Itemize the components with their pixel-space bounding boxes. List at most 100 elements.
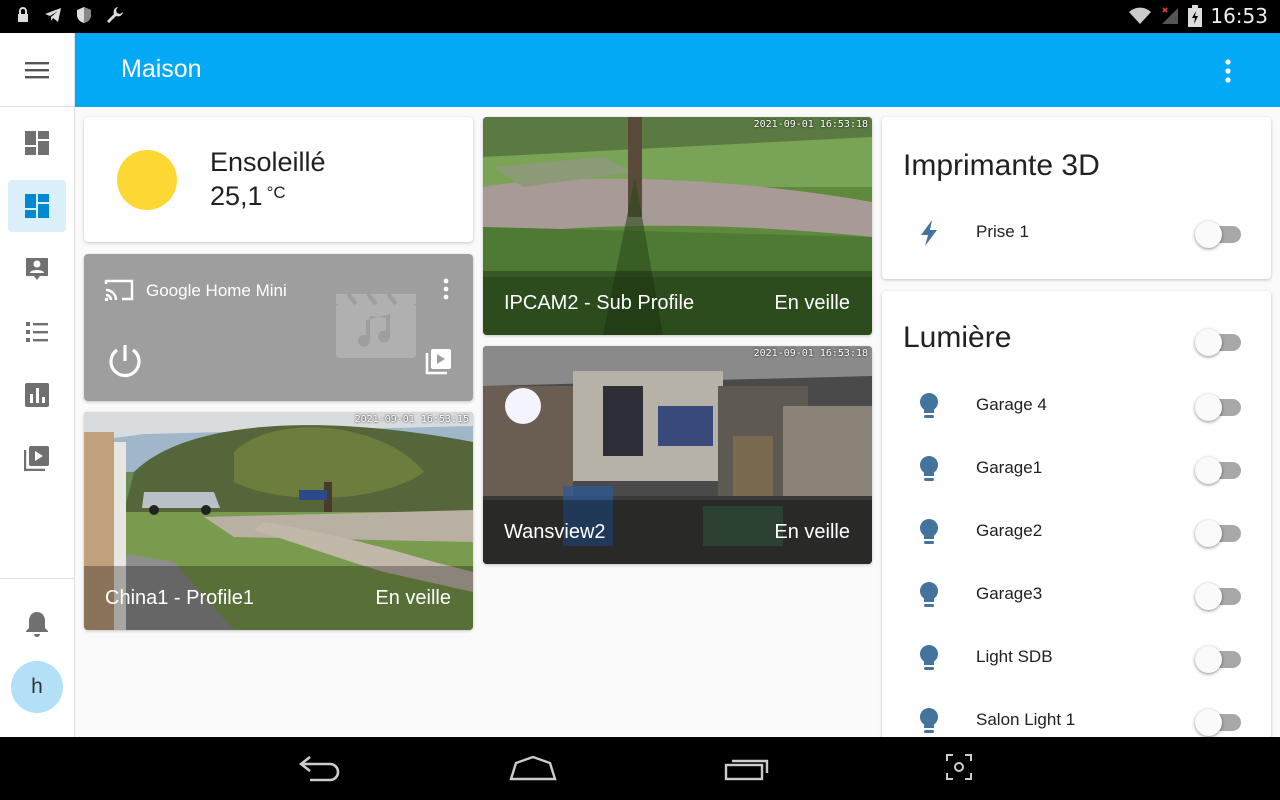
account-box-icon [26, 258, 48, 280]
system-nav-bar [0, 737, 1280, 800]
weather-card[interactable]: Ensoleillé 25,1 °C [84, 117, 473, 242]
weather-condition: Ensoleillé [210, 147, 326, 177]
sidebar-item-media[interactable] [8, 432, 66, 484]
camera-timestamp: 2021-09-01 16:53:18 [753, 348, 868, 359]
lightbulb-icon [919, 455, 939, 481]
dots-vertical-icon [1225, 59, 1231, 83]
sidebar: h [0, 33, 75, 737]
header-toggle[interactable] [1195, 327, 1241, 356]
signal-icon [1160, 6, 1180, 26]
screenshot-button[interactable] [945, 753, 973, 786]
wrench-icon [106, 6, 124, 24]
camera-card[interactable]: 2021-09-01 16:53:18 Wansview2 En veille [483, 346, 872, 564]
lightbulb-icon [919, 644, 939, 670]
sidebar-divider [0, 578, 74, 579]
view-dashboard-icon [25, 131, 49, 155]
camera-state: En veille [774, 292, 850, 314]
sidebar-item-logbook[interactable] [8, 243, 66, 295]
lightbulb-icon [919, 518, 939, 544]
sidebar-item-list[interactable] [8, 306, 66, 358]
entity-toggle[interactable] [1195, 644, 1241, 673]
flash-icon [921, 220, 937, 246]
power-icon [109, 345, 141, 378]
sidebar-item-history[interactable] [8, 369, 66, 421]
entity-label: Salon Light 1 [976, 710, 1076, 729]
media-player-card[interactable]: Google Home Mini [84, 254, 473, 401]
power-button[interactable] [106, 342, 144, 385]
shield-icon [76, 6, 92, 24]
camera-card[interactable]: 2021-09-01 16:53:15 China1 - Profile1 En… [84, 412, 473, 630]
entity-toggle[interactable] [1195, 707, 1241, 736]
temperature-value: 25,1 [210, 181, 263, 211]
play-box-multiple-icon [24, 446, 49, 471]
entity-toggle[interactable] [1195, 518, 1241, 547]
bell-icon [26, 612, 48, 637]
card-title: Imprimante 3D [903, 149, 1100, 182]
camera-name: Wansview2 [504, 521, 606, 543]
recents-icon [724, 759, 769, 781]
weather-temperature: 25,1 °C [210, 181, 286, 212]
lock-icon [16, 7, 30, 23]
printer-entities-card: Imprimante 3D Prise 1 [882, 117, 1271, 279]
format-list-icon [26, 322, 48, 342]
battery-icon [1188, 5, 1203, 27]
clock: 16:53 [1210, 4, 1268, 28]
entity-row[interactable]: Light SDB [882, 632, 1271, 682]
play-box-multiple-icon [425, 349, 451, 375]
lights-entities-card: Lumière Garage 4 Garage1 Garage2 Garage3 [882, 291, 1271, 737]
recents-button[interactable] [723, 753, 771, 788]
entity-label: Garage1 [976, 458, 1043, 477]
entity-label: Prise 1 [976, 222, 1029, 241]
sidebar-item-overview[interactable] [8, 117, 66, 169]
back-icon [298, 755, 340, 782]
camera-name: China1 - Profile1 [105, 587, 254, 609]
media-placeholder-icon [336, 292, 416, 358]
media-more-button[interactable] [443, 278, 449, 305]
camera-card[interactable]: 2021-09-01 16:53:18 IPCAM2 - Sub Profile… [483, 117, 872, 335]
camera-state: En veille [375, 587, 451, 609]
entity-row[interactable]: Garage1 [882, 443, 1271, 493]
back-button[interactable] [298, 753, 344, 788]
browse-media-button[interactable] [425, 347, 453, 380]
chart-box-icon [25, 383, 49, 407]
entity-label: Garage2 [976, 521, 1043, 540]
entity-label: Garage3 [976, 584, 1043, 603]
entity-label: Garage 4 [976, 395, 1047, 414]
menu-button[interactable] [0, 33, 74, 107]
home-icon [509, 755, 557, 781]
sunny-icon [117, 150, 177, 210]
notifications-button[interactable] [8, 598, 66, 650]
entity-row[interactable]: Prise 1 [882, 207, 1271, 257]
media-player-name: Google Home Mini [146, 281, 287, 300]
entity-toggle[interactable] [1195, 219, 1241, 248]
temperature-unit: °C [266, 183, 286, 202]
hamburger-icon [25, 61, 49, 78]
camera-state: En veille [774, 521, 850, 543]
entity-label: Light SDB [976, 647, 1053, 666]
entity-row[interactable]: Garage 4 [882, 380, 1271, 430]
overflow-menu-button[interactable] [1214, 57, 1242, 85]
lightbulb-icon [919, 581, 939, 607]
entity-row[interactable]: Garage3 [882, 569, 1271, 619]
camera-timestamp: 2021-09-01 16:53:18 [753, 119, 868, 130]
lightbulb-icon [919, 392, 939, 418]
entity-row[interactable]: Salon Light 1 [882, 695, 1271, 737]
entity-toggle[interactable] [1195, 392, 1241, 421]
telegram-icon [44, 7, 62, 23]
sidebar-item-dashboard[interactable] [8, 180, 66, 232]
camera-name: IPCAM2 - Sub Profile [504, 292, 695, 314]
camera-timestamp: 2021-09-01 16:53:15 [354, 414, 469, 425]
cast-icon [104, 279, 134, 302]
entity-toggle[interactable] [1195, 455, 1241, 484]
entity-toggle[interactable] [1195, 581, 1241, 610]
screenshot-icon [946, 754, 972, 780]
user-avatar[interactable]: h [11, 661, 63, 713]
page-title: Maison [121, 55, 202, 83]
home-button[interactable] [508, 753, 558, 788]
android-screen: 16:53 h Maison Ensoleillé 25,1 °C Google… [0, 0, 1280, 800]
app-bar: Maison [75, 33, 1280, 107]
wifi-icon [1128, 6, 1152, 26]
dashboard-content: Ensoleillé 25,1 °C Google Home Mini 2021… [75, 107, 1280, 737]
dots-vertical-icon [443, 278, 449, 300]
entity-row[interactable]: Garage2 [882, 506, 1271, 556]
